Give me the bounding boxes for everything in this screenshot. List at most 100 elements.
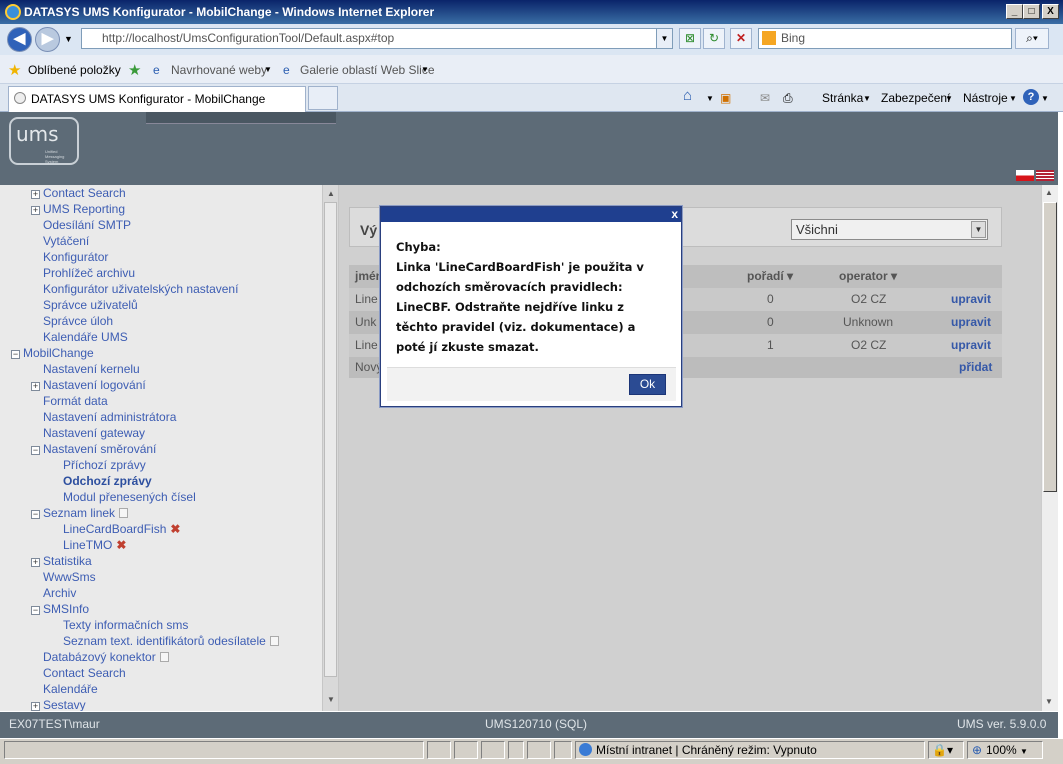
web-slice-gallery-link[interactable]: Galerie oblastí Web Slice bbox=[300, 63, 435, 77]
tree-item-ums-reporting[interactable]: + UMS Reporting bbox=[31, 201, 125, 217]
expand-icon[interactable]: + bbox=[31, 702, 40, 711]
address-input[interactable]: http://localhost/UmsConfigurationTool/De… bbox=[81, 28, 673, 49]
forward-arrow-icon[interactable]: ▶ bbox=[35, 27, 60, 52]
rss-feed-icon[interactable]: ▣ bbox=[720, 91, 731, 105]
tree-item-info-sms-texts[interactable]: Texty informačních sms bbox=[63, 617, 188, 633]
scroll-up-icon[interactable]: ▲ bbox=[1045, 188, 1053, 197]
page-scrollbar[interactable]: ▲ ▼ bbox=[1041, 185, 1058, 711]
ok-button[interactable]: Ok bbox=[629, 374, 666, 395]
tree-item-contact-search-2[interactable]: Contact Search bbox=[43, 665, 126, 681]
stop-icon[interactable]: ✕ bbox=[730, 28, 752, 49]
tree-item-linetmo[interactable]: LineTMO ✖ bbox=[63, 537, 126, 553]
tree-item-mobilchange[interactable]: − MobilChange bbox=[11, 345, 94, 361]
back-arrow-icon[interactable]: ◀ bbox=[7, 27, 32, 52]
expand-icon[interactable]: + bbox=[31, 206, 40, 215]
tree-item-db-connector[interactable]: Databázový konektor bbox=[43, 649, 169, 665]
tree-item-logging[interactable]: + Nastavení logování bbox=[31, 377, 146, 393]
security-zone[interactable]: Místní intranet | Chráněný režim: Vypnut… bbox=[575, 741, 925, 759]
expand-icon[interactable]: + bbox=[31, 190, 40, 199]
tree-item-archive-viewer[interactable]: Prohlížeč archivu bbox=[43, 265, 135, 281]
tree-item-smtp[interactable]: Odesílání SMTP bbox=[43, 217, 131, 233]
chevron-down-icon[interactable]: ▼ bbox=[264, 65, 272, 74]
tree-item-routing-settings[interactable]: − Nastavení směrování bbox=[31, 441, 156, 457]
tree-item-outgoing-messages[interactable]: Odchozí zprávy bbox=[63, 473, 152, 489]
tree-item-line-list[interactable]: − Seznam linek bbox=[31, 505, 129, 521]
minimize-button[interactable]: _ bbox=[1006, 4, 1023, 19]
delete-icon[interactable]: ✖ bbox=[116, 538, 126, 552]
dialog-close-button[interactable]: x bbox=[671, 207, 678, 222]
chevron-down-icon[interactable]: ▼ bbox=[945, 94, 953, 103]
scroll-down-icon[interactable]: ▼ bbox=[1045, 697, 1053, 706]
tree-item-dialing[interactable]: Vytáčení bbox=[43, 233, 89, 249]
close-window-button[interactable]: X bbox=[1042, 4, 1059, 19]
scrollbar-thumb[interactable] bbox=[1043, 202, 1057, 492]
home-icon[interactable]: ⌂ bbox=[683, 87, 692, 104]
tree-item-configurator[interactable]: Konfigurátor bbox=[43, 249, 108, 265]
tree-item-contact-search[interactable]: + Contact Search bbox=[31, 185, 126, 201]
column-order[interactable]: pořadí ▾ bbox=[747, 269, 793, 283]
chevron-down-icon[interactable]: ▼ bbox=[971, 221, 986, 238]
search-button[interactable]: ⌕▾ bbox=[1015, 28, 1049, 49]
tree-item-ums-calendars[interactable]: Kalendáře UMS bbox=[43, 329, 128, 345]
tree-item-date-format[interactable]: Formát data bbox=[43, 393, 108, 409]
mail-icon[interactable]: ✉ bbox=[760, 91, 770, 105]
edit-link[interactable]: upravit bbox=[951, 292, 991, 306]
tree-item-sender-identifiers[interactable]: Seznam text. identifikátorů odesílatele bbox=[63, 633, 279, 649]
sidebar-scrollbar[interactable]: ▲ ▼ bbox=[322, 185, 339, 711]
address-dropdown-icon[interactable]: ▼ bbox=[656, 29, 672, 48]
chevron-down-icon[interactable]: ▼ bbox=[706, 94, 714, 103]
collapse-icon[interactable]: − bbox=[31, 446, 40, 455]
us-flag-icon[interactable] bbox=[1036, 170, 1054, 181]
page-menu[interactable]: Stránka bbox=[822, 91, 863, 105]
chevron-down-icon[interactable]: ▼ bbox=[863, 94, 871, 103]
delete-icon[interactable]: ✖ bbox=[170, 522, 180, 536]
expand-icon[interactable]: + bbox=[31, 558, 40, 567]
chevron-down-icon[interactable]: ▼ bbox=[1041, 94, 1049, 103]
maximize-button[interactable]: □ bbox=[1023, 4, 1040, 19]
tree-item-linecardboardfish[interactable]: LineCardBoardFish ✖ bbox=[63, 521, 180, 537]
tree-item-statistics[interactable]: + Statistika bbox=[31, 553, 92, 569]
edit-link[interactable]: upravit bbox=[951, 315, 991, 329]
expand-icon[interactable]: + bbox=[31, 382, 40, 391]
tree-item-incoming-messages[interactable]: Příchozí zprávy bbox=[63, 457, 146, 473]
tree-item-admin-settings[interactable]: Nastavení administrátora bbox=[43, 409, 176, 425]
tree-item-calendars[interactable]: Kalendáře bbox=[43, 681, 98, 697]
tools-menu[interactable]: Nástroje bbox=[963, 91, 1008, 105]
scrollbar-thumb[interactable] bbox=[324, 202, 337, 677]
tree-item-user-settings[interactable]: Konfigurátor uživatelských nastavení bbox=[43, 281, 238, 297]
help-icon[interactable]: ? bbox=[1023, 89, 1039, 105]
tree-item-ported-numbers[interactable]: Modul přenesených čísel bbox=[63, 489, 196, 505]
chevron-down-icon[interactable]: ▼ bbox=[1009, 94, 1017, 103]
tree-item-kernel-settings[interactable]: Nastavení kernelu bbox=[43, 361, 140, 377]
add-favorites-icon[interactable]: ★ bbox=[128, 61, 141, 79]
collapse-icon[interactable]: − bbox=[11, 350, 20, 359]
collapse-icon[interactable]: − bbox=[31, 606, 40, 615]
tree-item-gateway-settings[interactable]: Nastavení gateway bbox=[43, 425, 145, 441]
safety-menu[interactable]: Zabezpečení bbox=[881, 91, 950, 105]
suggested-sites-link[interactable]: Navrhované weby bbox=[171, 63, 267, 77]
protected-mode-icon[interactable]: 🔒▾ bbox=[928, 741, 964, 759]
add-link[interactable]: přidat bbox=[959, 360, 992, 374]
operator-filter-select[interactable]: Všichni ▼ bbox=[791, 219, 988, 240]
edit-link[interactable]: upravit bbox=[951, 338, 991, 352]
compatibility-view-icon[interactable]: ⊠ bbox=[679, 28, 701, 49]
favorites-button[interactable]: Oblíbené položky bbox=[28, 63, 121, 77]
tree-item-wwwsms[interactable]: WwwSms bbox=[43, 569, 96, 585]
tree-item-reports[interactable]: + Sestavy bbox=[31, 697, 86, 711]
chevron-down-icon[interactable]: ▼ bbox=[421, 65, 429, 74]
czech-flag-icon[interactable] bbox=[1016, 170, 1034, 181]
scroll-up-icon[interactable]: ▲ bbox=[326, 189, 336, 198]
tree-item-task-manager[interactable]: Správce úloh bbox=[43, 313, 113, 329]
new-tab-button[interactable] bbox=[308, 86, 338, 110]
tree-item-archive[interactable]: Archiv bbox=[43, 585, 76, 601]
refresh-icon[interactable]: ↻ bbox=[703, 28, 725, 49]
search-input[interactable]: Bing bbox=[758, 28, 1012, 49]
history-dropdown-icon[interactable]: ▼ bbox=[64, 34, 73, 44]
tree-item-user-manager[interactable]: Správce uživatelů bbox=[43, 297, 138, 313]
collapse-icon[interactable]: − bbox=[31, 510, 40, 519]
tree-item-smsinfo[interactable]: − SMSInfo bbox=[31, 601, 89, 617]
tab-active[interactable]: DATASYS UMS Konfigurator - MobilChange bbox=[8, 86, 306, 112]
column-operator[interactable]: operator ▾ bbox=[839, 269, 897, 283]
zoom-control[interactable]: ⊕ 100% ▼ bbox=[967, 741, 1043, 759]
scroll-down-icon[interactable]: ▼ bbox=[326, 695, 336, 704]
